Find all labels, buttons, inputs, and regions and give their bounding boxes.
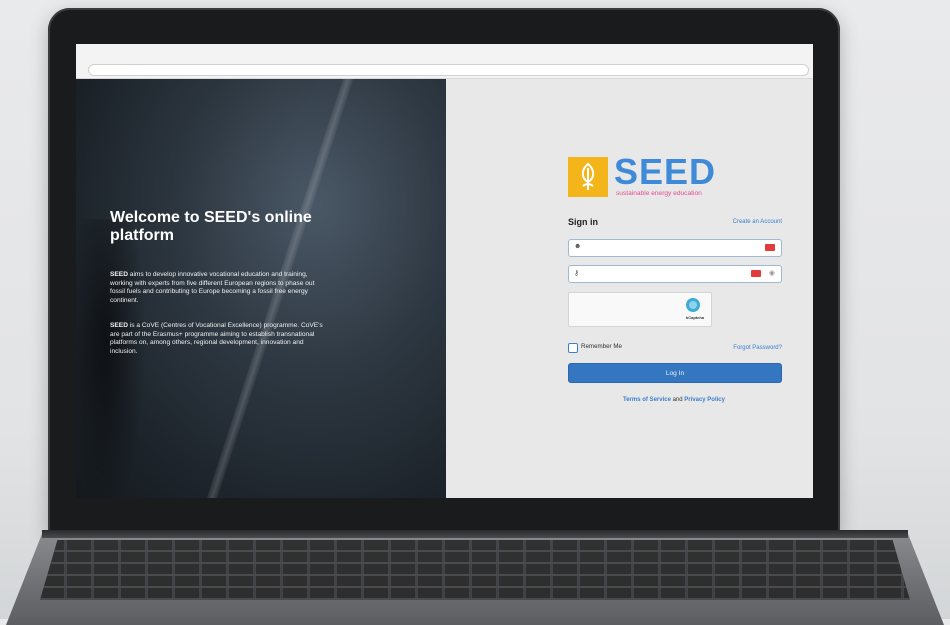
seed-logo: SEED sustainable energy education — [568, 153, 728, 201]
hero-panel: Welcome to SEED's online platform SEED a… — [76, 79, 446, 498]
password-manager-icon[interactable] — [751, 270, 761, 277]
username-field[interactable]: ☻ — [568, 239, 782, 257]
forgot-password-link[interactable]: Forgot Password? — [733, 345, 782, 351]
eye-icon[interactable]: ◉ — [769, 269, 775, 277]
remember-me-label[interactable]: Remember Me — [581, 343, 622, 350]
hero-paragraph-1: SEED aims to develop innovative vocation… — [110, 271, 330, 305]
user-icon: ☻ — [574, 243, 582, 250]
hcaptcha-widget[interactable]: hCaptcha — [568, 292, 712, 327]
laptop-keyboard-rows — [40, 540, 910, 600]
page-viewport: Welcome to SEED's online platform SEED a… — [76, 79, 813, 498]
logo-tagline: sustainable energy education — [616, 190, 702, 197]
hcaptcha-label: hCaptcha — [685, 315, 704, 320]
hcaptcha-logo-icon — [686, 298, 700, 312]
hero-title: Welcome to SEED's online platform — [110, 209, 312, 244]
signin-heading: Sign in — [568, 217, 598, 227]
privacy-link[interactable]: Privacy Policy — [684, 397, 725, 403]
remember-me-checkbox[interactable] — [568, 343, 578, 353]
terms-line: Terms of Service and Privacy Policy — [568, 397, 780, 403]
laptop-hinge — [42, 530, 908, 538]
password-manager-icon[interactable] — [765, 244, 775, 251]
create-account-link[interactable]: Create an Account — [733, 219, 782, 225]
laptop-screen: Welcome to SEED's online platform SEED a… — [76, 44, 813, 498]
laptop-base — [0, 500, 950, 625]
password-field[interactable]: ⚷ ◉ — [568, 265, 782, 283]
seed-leaf-icon — [568, 157, 608, 197]
hero-paragraph-2-text: is a CoVE (Centres of Vocational Excelle… — [110, 322, 323, 355]
login-panel: SEED sustainable energy education Sign i… — [446, 79, 813, 498]
address-bar[interactable] — [88, 64, 809, 76]
terms-link[interactable]: Terms of Service — [623, 397, 671, 403]
logo-wordmark: SEED — [614, 151, 717, 192]
hero-paragraph-2: SEED is a CoVE (Centres of Vocational Ex… — [110, 322, 330, 356]
key-icon: ⚷ — [574, 270, 580, 277]
hero-paragraph-1-strong: SEED — [110, 271, 128, 278]
login-button[interactable]: Log In — [568, 363, 782, 383]
browser-toolbar — [76, 44, 813, 79]
hero-paragraph-1-text: aims to develop innovative vocational ed… — [110, 271, 315, 304]
hero-paragraph-2-strong: SEED — [110, 322, 128, 329]
hero-background-figure — [76, 219, 146, 498]
terms-and: and — [670, 397, 685, 403]
